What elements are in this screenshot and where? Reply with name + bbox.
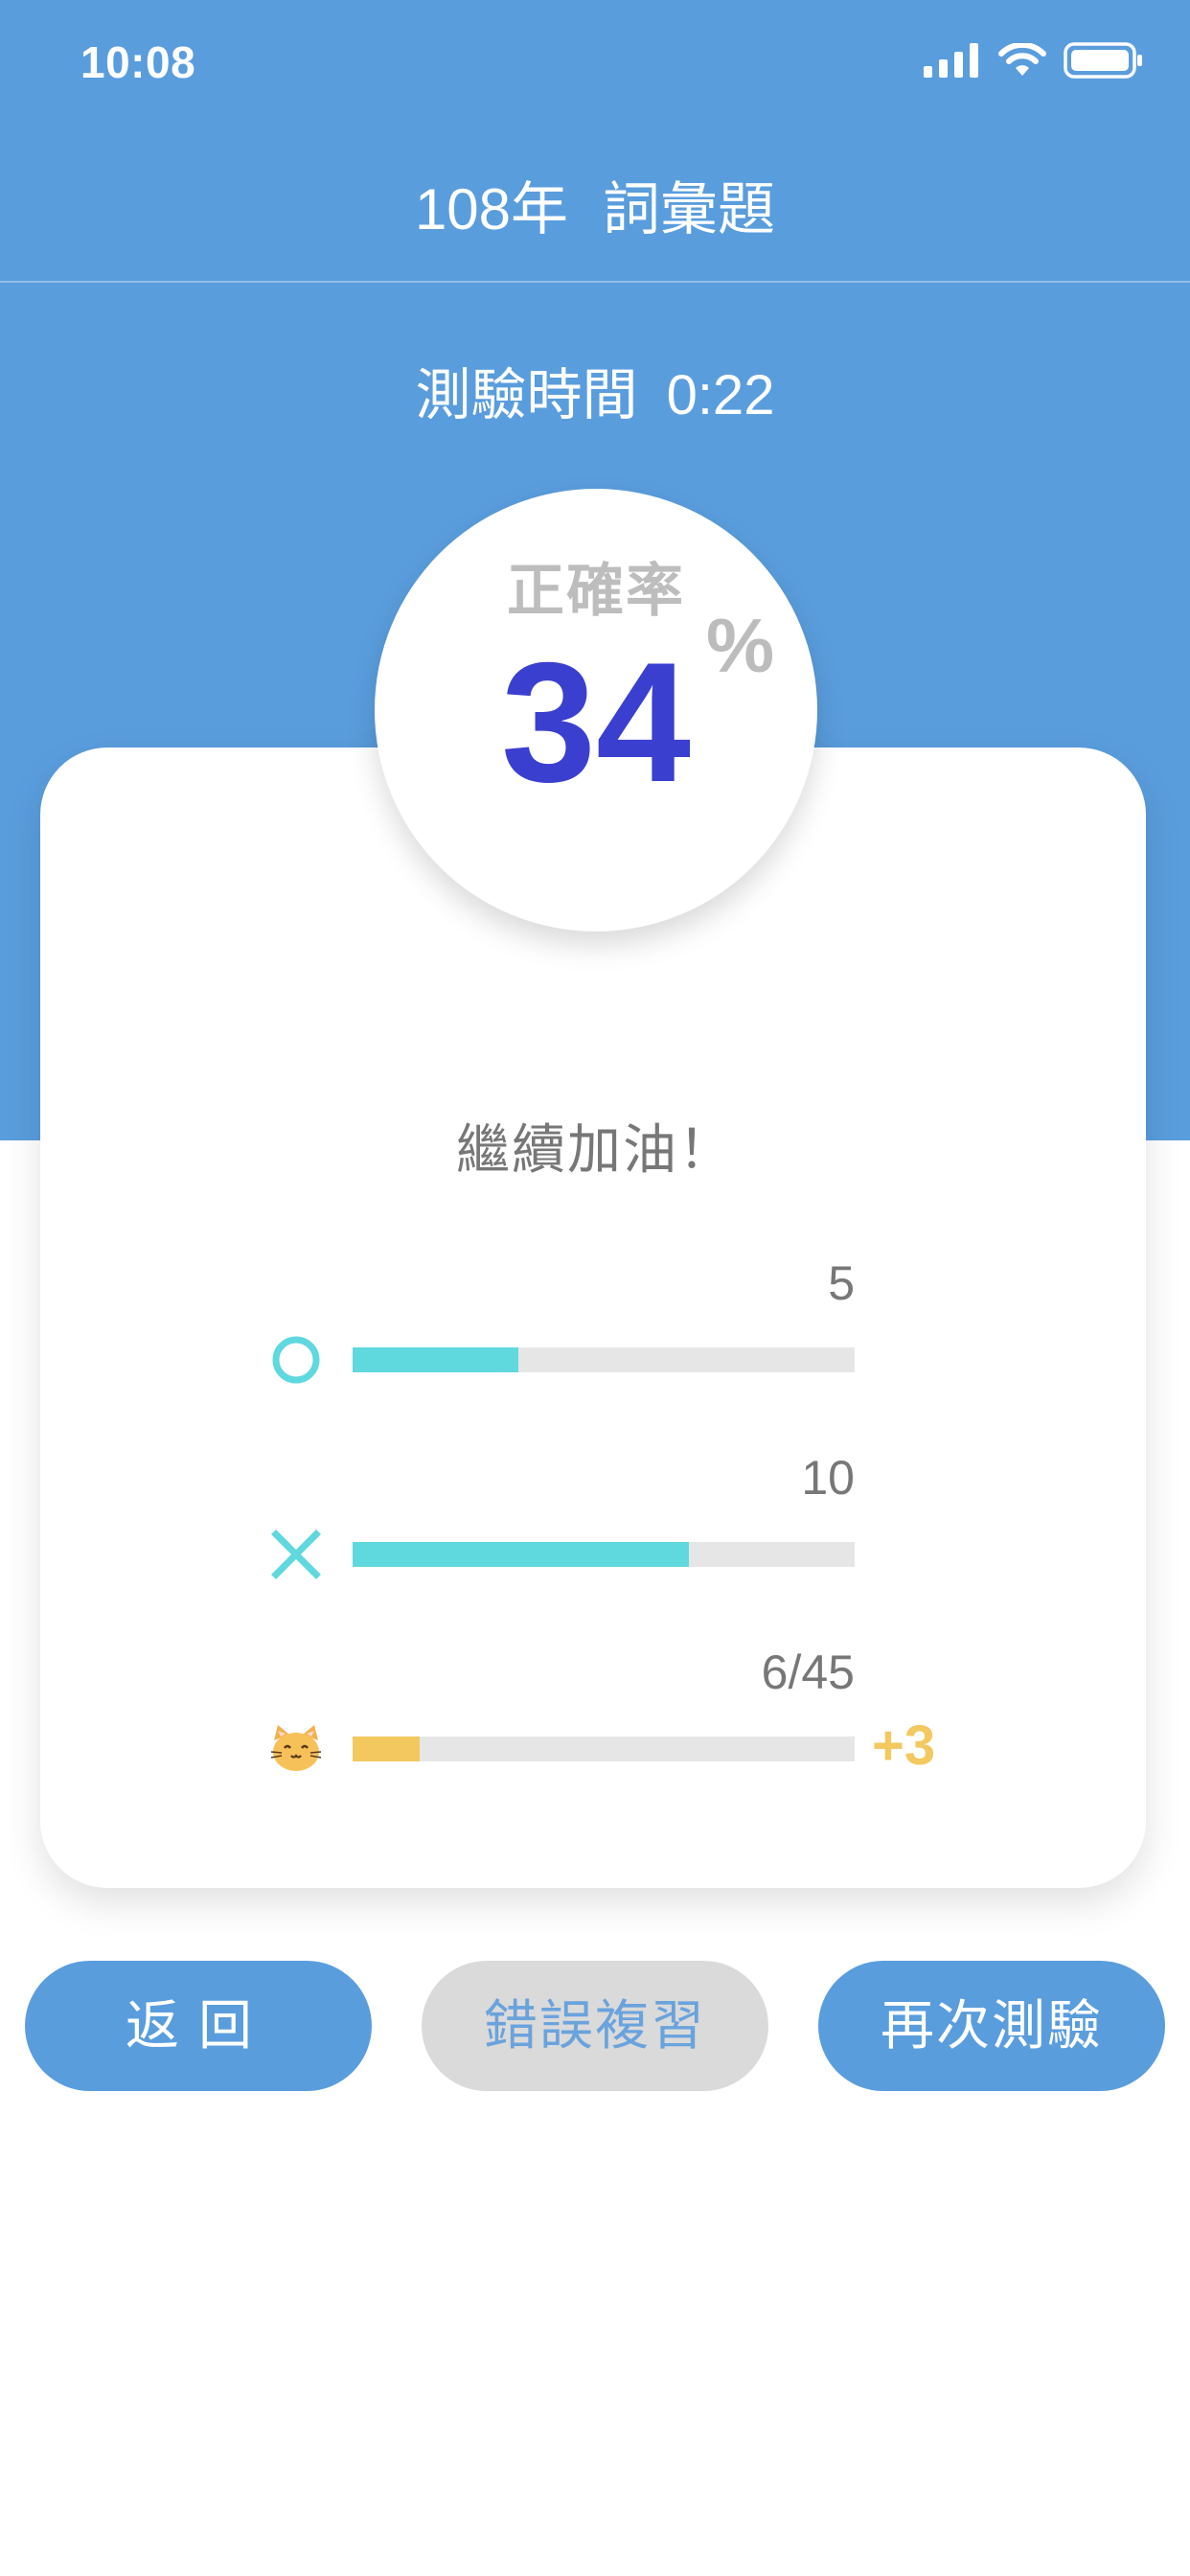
test-time: 測驗時間 0:22 <box>0 350 1190 430</box>
test-time-value: 0:22 <box>666 364 775 426</box>
wrong-progress-fill <box>353 1542 690 1567</box>
status-time: 10:08 <box>80 37 196 87</box>
test-time-label: 測驗時間 <box>415 364 638 426</box>
stat-row-wrong: 10 <box>0 1450 1190 1584</box>
back-button[interactable]: 返回 <box>25 1961 372 2091</box>
header-divider <box>0 281 1190 283</box>
page-title-year: 108年 <box>414 177 569 242</box>
battery-icon <box>1064 42 1142 79</box>
accuracy-percent-sign: % <box>706 603 775 688</box>
correct-progress-fill <box>353 1347 518 1372</box>
stat-row-cats: 6/45 +3 <box>0 1644 1190 1779</box>
wrong-count: 10 <box>801 1451 855 1505</box>
stat-row-correct: 5 <box>0 1255 1190 1390</box>
status-icons <box>924 42 1144 79</box>
retry-test-button[interactable]: 再次測驗 <box>818 1961 1165 2091</box>
review-mistakes-button[interactable]: 錯誤複習 <box>422 1961 768 2091</box>
cat-progress-track <box>353 1736 855 1761</box>
cat-count: 6/45 <box>761 1645 855 1699</box>
cat-bonus: +3 <box>872 1714 936 1777</box>
accuracy-circle: 正確率 34 % <box>375 489 817 932</box>
cat-progress-fill <box>353 1736 420 1761</box>
cross-wrong-icon <box>271 1530 321 1579</box>
status-bar: 10:08 <box>0 0 1190 134</box>
page-title: 108年 詞彙題 <box>0 163 1190 246</box>
circle-correct-icon <box>272 1336 320 1384</box>
correct-count: 5 <box>828 1256 855 1310</box>
page-title-text: 詞彙題 <box>603 177 776 242</box>
wifi-icon <box>998 43 1046 76</box>
signal-icon <box>924 43 978 78</box>
encourage-message: 繼續加油！ <box>456 1119 734 1180</box>
wrong-progress-track <box>353 1542 855 1567</box>
cat-face-icon <box>270 1725 322 1771</box>
correct-progress-track <box>353 1347 855 1372</box>
